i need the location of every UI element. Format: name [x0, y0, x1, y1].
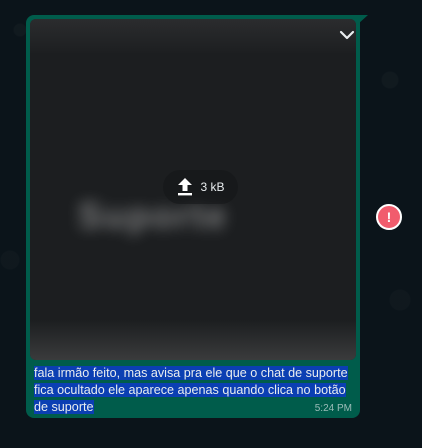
bubble-tail [358, 15, 368, 24]
upload-button[interactable]: 3 kB [163, 170, 238, 204]
document-preview[interactable]: Suporte 3 kB [30, 19, 356, 360]
preview-top-shade [30, 19, 356, 55]
outgoing-message-bubble[interactable]: Suporte 3 kB fala irmão feito, mas avisa… [26, 15, 360, 418]
chevron-down-icon[interactable] [337, 26, 356, 44]
file-size-label: 3 kB [200, 180, 225, 194]
upload-arrow-icon [178, 178, 193, 196]
message-caption[interactable]: fala irmão feito, mas avisa pra ele que … [34, 365, 352, 416]
message-timestamp: 5:24 PM [314, 403, 352, 414]
preview-bottom-shade [30, 320, 356, 360]
selected-caption-text[interactable]: fala irmão feito, mas avisa pra ele que … [34, 366, 348, 414]
error-icon[interactable]: ! [376, 204, 402, 230]
